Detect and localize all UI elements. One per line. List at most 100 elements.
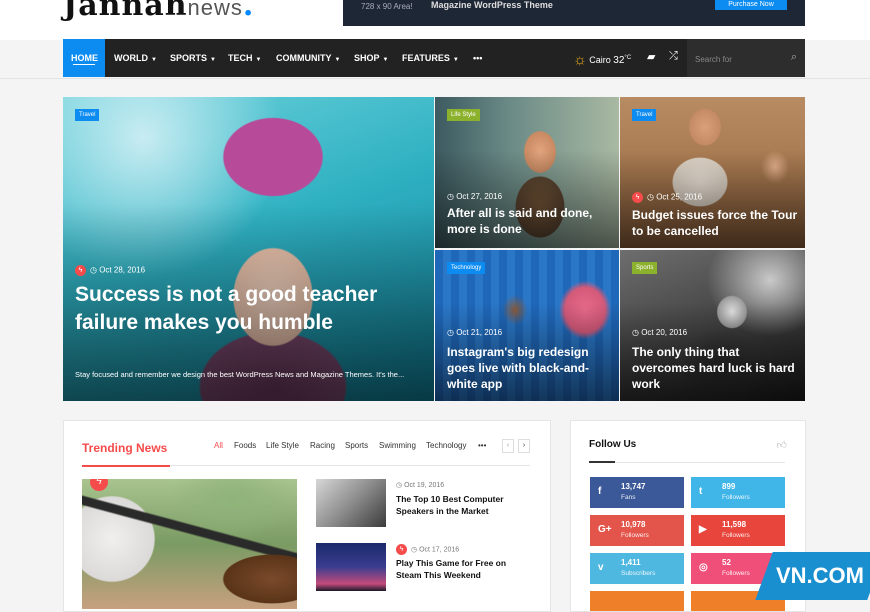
nav-item-tech[interactable]: Tech ▼ [228,39,261,77]
ad-size-text: 728 x 90 Area! [361,2,413,11]
chevron-down-icon: ▼ [255,57,262,63]
social-label: Subscribers [621,570,656,577]
flash-icon: ϟ [396,544,407,555]
post-date: Oct 27, 2016 [456,192,503,201]
social-count: 52 [722,558,731,567]
nav-item-sports[interactable]: Sports ▼ [170,39,216,77]
trending-main-image[interactable]: ϟ [82,479,297,609]
header-ad-banner[interactable]: 728 x 90 Area! Magazine WordPress Theme … [343,0,805,26]
post-title[interactable]: The only thing that overcomes hard luck … [632,344,797,392]
nav-item-features[interactable]: Features ▼ [402,39,459,77]
category-badge[interactable]: Technology [447,262,486,274]
tabs-more[interactable]: ••• [478,441,486,450]
social-label: Followers [722,494,750,501]
widget-divider-accent [589,461,615,463]
news-title-1[interactable]: The Top 10 Best Computer Speakers in the… [396,493,526,517]
post-title[interactable]: Instagram's big redesign goes live with … [447,344,612,392]
category-badge[interactable]: Life Style [447,109,480,121]
news-title-2[interactable]: Play This Game for Free on Steam This We… [396,557,526,581]
post-title[interactable]: Budget issues force the Tour to be cance… [632,207,802,239]
social-count: 11,598 [722,520,747,529]
tab-swimming[interactable]: Swimming [379,441,416,450]
twitter-counter[interactable]: t 899 Followers [691,477,785,508]
clock-icon: ◷ [647,192,657,202]
hero-category-badge[interactable]: Travel [75,109,100,121]
category-badge[interactable]: Travel [632,109,657,121]
hero-title[interactable]: Success is not a good teacher failure ma… [75,281,395,337]
social-count: 1,411 [621,558,641,567]
header-divider [0,78,870,79]
next-page-button[interactable]: › [518,439,530,453]
post-title[interactable]: After all is said and done, more is done [447,205,612,237]
nav-item-label: Sports [170,53,208,63]
thumbs-up-icon: 👍︎ [776,440,787,451]
facebook-counter[interactable]: f 13,747 Fans [590,477,684,508]
sun-icon: ☼ [573,51,587,69]
weather-widget[interactable]: ☼ Cairo 32°C [573,39,631,77]
nav-item-world[interactable]: World ▼ [114,39,157,77]
facebook-icon: f [598,486,602,497]
guitar-image [82,479,297,609]
twitter-icon: t [699,486,703,497]
social-count: 899 [722,482,736,491]
nav-item-label: Home [71,53,98,63]
featured-post-4[interactable]: Sports ◷ Oct 20, 2016 The only thing tha… [620,250,805,401]
news-date-1: ◷ Oct 19, 2016 [396,481,444,489]
site-logo[interactable]: Jannahnews. [63,0,254,23]
tab-technology[interactable]: Technology [426,441,466,450]
youtube-counter[interactable]: ▶ 11,598 Followers [691,515,785,546]
news-date-2: ϟ ◷ Oct 17, 2016 [396,544,459,555]
search-box: ⌕ [687,39,805,77]
widget-divider [589,462,785,463]
tab-racing[interactable]: Racing [310,441,335,450]
featured-post-2[interactable]: Travel ϟ ◷ Oct 25, 2016 Budget issues for… [620,97,805,248]
hero-post[interactable]: Travel ϟ ◷ Oct 28, 2016 Success is not a … [63,97,434,401]
tab-sports[interactable]: Sports [345,441,368,450]
post-date: Oct 20, 2016 [641,328,688,337]
hero-overlay [63,97,434,401]
flash-icon: ϟ [632,192,643,203]
cart-icon[interactable]: ▰ [647,50,655,63]
news-thumb-2[interactable] [316,543,386,591]
chevron-down-icon: ▼ [151,57,157,63]
news-thumb-1[interactable] [316,479,386,527]
tab-all[interactable]: All [214,441,223,450]
nav-item-home[interactable]: Home [63,39,105,77]
google-plus-icon: G+ [598,524,612,535]
block-title: Trending News [82,441,168,455]
clock-icon: ◷ [447,328,457,337]
nav-item-shop[interactable]: Shop ▼ [354,39,388,77]
social-label: Followers [722,570,750,577]
vimeo-counter[interactable]: v 1,411 Subscribers [590,553,684,584]
featured-post-1[interactable]: Life Style ◷ Oct 27, 2016 After all is s… [435,97,619,248]
nav-more-menu[interactable]: ••• [473,39,482,77]
clock-icon: ◷ [411,546,420,554]
social-counter-partial[interactable] [590,591,684,611]
tab-foods[interactable]: Foods [234,441,256,450]
search-icon[interactable]: ⌕ [791,51,797,64]
weather-unit: °C [624,55,632,61]
ad-purchase-button[interactable]: Purchase Now [715,0,787,10]
shuffle-icon[interactable]: ⤮ [669,50,678,63]
nav-item-community[interactable]: Community ▼ [276,39,340,77]
prev-page-button[interactable]: ‹ [502,439,514,453]
post-meta: ϟ ◷ Oct 25, 2016 [632,192,702,203]
clock-icon: ◷ [447,192,457,201]
tab-life-style[interactable]: Life Style [266,441,299,450]
google-plus-counter[interactable]: G+ 10,978 Followers [590,515,684,546]
featured-post-3[interactable]: Technology ◷ Oct 21, 2016 Instagram's bi… [435,250,619,401]
news-date-text: Oct 17, 2016 [419,546,460,554]
clock-icon: ◷ [396,482,405,489]
hero-excerpt: Stay focused and remember we design the … [75,370,405,379]
social-label: Fans [621,494,636,501]
active-underline [73,64,95,65]
category-badge[interactable]: Sports [632,262,658,274]
post-date: Oct 25, 2016 [656,192,703,202]
social-label: Followers [621,532,649,539]
search-input[interactable] [693,51,787,67]
post-meta: ◷ Oct 27, 2016 [447,192,502,201]
weather-city: Cairo [589,55,611,65]
chevron-down-icon: ▼ [210,57,216,63]
top-header: Jannahnews. 728 x 90 Area! Magazine Word… [0,0,870,40]
social-label: Followers [722,532,750,539]
